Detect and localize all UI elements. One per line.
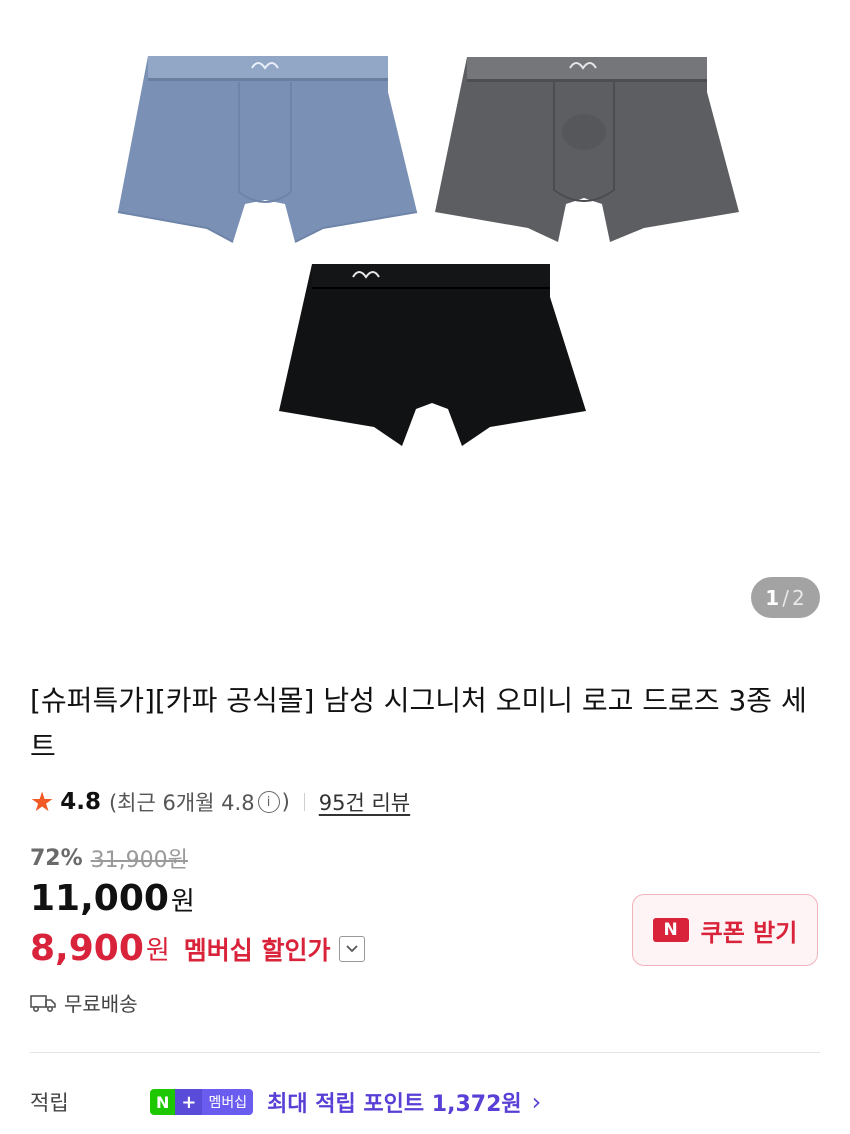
naver-plus-membership-badge: N + 멤버십 <box>150 1089 254 1115</box>
product-image-gallery[interactable]: 1 / 2 <box>0 0 850 640</box>
shipping-row: 무료배송 <box>30 988 138 1017</box>
truck-icon <box>30 994 56 1012</box>
points-row[interactable]: 적립 N + 멤버십 최대 적립 포인트 1,372원 › <box>30 1086 541 1118</box>
chevron-right-icon[interactable]: › <box>532 1088 542 1116</box>
page-separator: / <box>782 585 790 610</box>
product-image-blue-trunks <box>117 56 418 243</box>
sale-price-unit: 원 <box>170 887 195 917</box>
membership-price-unit: 원 <box>145 936 170 966</box>
naver-n-icon: N <box>150 1089 176 1115</box>
membership-badge-label: 멤버십 <box>202 1089 254 1115</box>
points-label: 적립 <box>30 1091 69 1115</box>
original-price: 31,900원 <box>90 848 188 873</box>
membership-price: 8,900 <box>30 928 144 969</box>
recent-rating-suffix: ) <box>281 790 290 814</box>
chevron-down-icon[interactable] <box>338 935 365 962</box>
rating-row: ★ 4.8 (최근 6개월 4.8 i ) 95건 리뷰 <box>30 786 410 818</box>
product-image-gray-trunks <box>435 57 739 242</box>
page-current: 1 <box>765 585 781 610</box>
discount-row: 72% 31,900원 <box>30 842 188 874</box>
image-page-indicator: 1 / 2 <box>751 577 820 618</box>
star-icon: ★ <box>30 786 55 818</box>
membership-price-row[interactable]: 8,900 원 멤버십 할인가 <box>30 928 365 969</box>
coupon-button[interactable]: N 쿠폰 받기 <box>632 894 818 966</box>
discount-percent: 72% <box>30 845 83 871</box>
shipping-label: 무료배송 <box>64 992 138 1016</box>
recent-rating-prefix: (최근 6개월 4.8 <box>108 791 255 815</box>
review-count-link[interactable]: 95건 리뷰 <box>319 787 410 817</box>
product-image-black-trunks <box>279 264 586 446</box>
section-divider <box>30 1052 820 1053</box>
max-points-text: 최대 적립 포인트 1,372원 <box>267 1092 522 1117</box>
plus-icon: + <box>175 1089 203 1115</box>
divider <box>303 793 305 811</box>
sale-price: 11,000 <box>30 878 169 919</box>
rating-score: 4.8 <box>60 789 101 815</box>
sale-price-row: 11,000 원 <box>30 878 195 919</box>
membership-price-label: 멤버십 할인가 <box>183 935 331 965</box>
info-icon[interactable]: i <box>257 791 280 813</box>
page-total: 2 <box>791 585 806 610</box>
naver-coupon-logo-icon: N <box>652 918 689 942</box>
product-title: [슈퍼특가][카파 공식몰] 남성 시그니처 오미니 로고 드로즈 3종 세트 <box>30 684 807 763</box>
coupon-button-label: 쿠폰 받기 <box>700 918 798 947</box>
